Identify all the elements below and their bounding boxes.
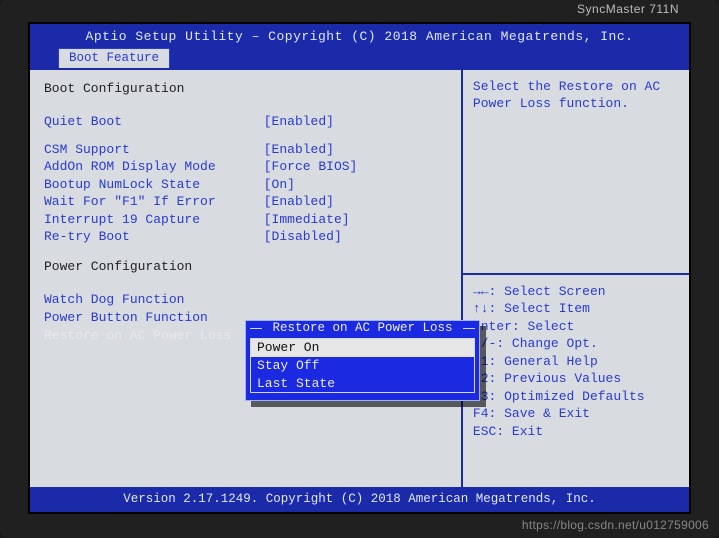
row-label: Wait For "F1" If Error [44, 193, 264, 211]
popup-item-last-state[interactable]: Last State [251, 375, 474, 393]
row-value [264, 291, 451, 309]
row-retry-boot[interactable]: Re-try Boot [Disabled] [44, 228, 451, 246]
help-key: F3: Optimized Defaults [473, 388, 679, 406]
help-key: F1: General Help [473, 353, 679, 371]
tab-bar: Boot Feature [30, 48, 689, 68]
row-value: [Enabled] [264, 113, 451, 131]
left-pane: Boot Configuration Quiet Boot [Enabled] … [30, 70, 463, 488]
watermark: https://blog.csdn.net/u012759006 [522, 518, 709, 532]
row-quiet-boot[interactable]: Quiet Boot [Enabled] [44, 113, 451, 131]
row-watchdog[interactable]: Watch Dog Function [44, 291, 451, 309]
help-key: F2: Previous Values [473, 370, 679, 388]
help-key: →←: Select Screen [473, 283, 679, 301]
row-label: Re-try Boot [44, 228, 264, 246]
row-label: Bootup NumLock State [44, 176, 264, 194]
help-description: Select the Restore on AC Power Loss func… [463, 70, 689, 275]
row-value: [On] [264, 176, 451, 194]
row-value: [Enabled] [264, 141, 451, 159]
bios-screen: Aptio Setup Utility – Copyright (C) 2018… [28, 22, 691, 514]
section-boot-config: Boot Configuration [44, 80, 451, 98]
row-label: Quiet Boot [44, 113, 264, 131]
help-key: ESC: Exit [473, 423, 679, 441]
help-key: +/-: Change Opt. [473, 335, 679, 353]
row-label: Restore on AC Power Loss [44, 327, 264, 345]
monitor-bezel: SyncMaster 711N Aptio Setup Utility – Co… [0, 0, 719, 538]
row-label: Interrupt 19 Capture [44, 211, 264, 229]
row-int19[interactable]: Interrupt 19 Capture [Immediate] [44, 211, 451, 229]
main-area: Boot Configuration Quiet Boot [Enabled] … [30, 68, 689, 488]
popup-title: Restore on AC Power Loss [246, 320, 479, 337]
row-csm-support[interactable]: CSM Support [Enabled] [44, 141, 451, 159]
popup-inner: Power On Stay Off Last State [250, 338, 475, 393]
row-value: [Immediate] [264, 211, 451, 229]
monitor-brand: SyncMaster 711N [577, 2, 679, 16]
row-wait-f1[interactable]: Wait For "F1" If Error [Enabled] [44, 193, 451, 211]
right-pane: Select the Restore on AC Power Loss func… [463, 70, 689, 488]
help-key: ↑↓: Select Item [473, 300, 679, 318]
row-label: Watch Dog Function [44, 291, 264, 309]
help-keys: →←: Select Screen ↑↓: Select Item Enter:… [463, 275, 689, 488]
help-key: Enter: Select [473, 318, 679, 336]
popup-item-power-on[interactable]: Power On [251, 339, 474, 357]
row-label: CSM Support [44, 141, 264, 159]
bios-header: Aptio Setup Utility – Copyright (C) 2018… [30, 24, 689, 48]
row-label: Power Button Function [44, 309, 264, 327]
popup-restore-ac: Restore on AC Power Loss Power On Stay O… [245, 320, 480, 402]
tab-boot-feature[interactable]: Boot Feature [58, 48, 170, 68]
help-key: F4: Save & Exit [473, 405, 679, 423]
row-value: [Disabled] [264, 228, 451, 246]
row-addon-rom[interactable]: AddOn ROM Display Mode [Force BIOS] [44, 158, 451, 176]
popup-item-stay-off[interactable]: Stay Off [251, 357, 474, 375]
row-value: [Force BIOS] [264, 158, 451, 176]
section-power-config: Power Configuration [44, 258, 451, 276]
row-numlock[interactable]: Bootup NumLock State [On] [44, 176, 451, 194]
bios-footer: Version 2.17.1249. Copyright (C) 2018 Am… [30, 487, 689, 512]
row-label: AddOn ROM Display Mode [44, 158, 264, 176]
row-value: [Enabled] [264, 193, 451, 211]
